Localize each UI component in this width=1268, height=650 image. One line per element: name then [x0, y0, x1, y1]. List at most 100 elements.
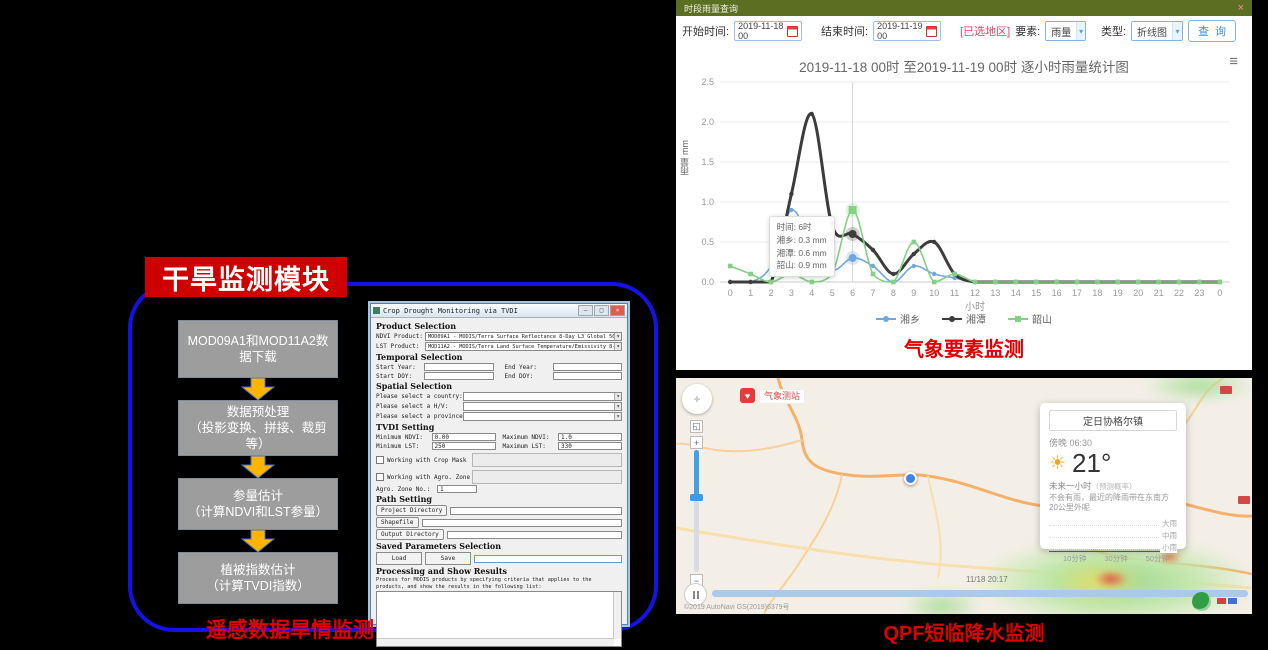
forecast-text: 不会有雨，最近的降雨带在东南方20公里外呢	[1049, 493, 1177, 514]
svg-text:11: 11	[950, 288, 959, 298]
map-pan-control[interactable]: ✛	[682, 384, 712, 414]
rain-query-window: 时段雨量查询 × 开始时间: 2019-11-18 00 结束时间: 2019-…	[676, 0, 1252, 370]
legend-item[interactable]: 湘潭	[942, 311, 986, 326]
start-year-label: Start Year:	[376, 364, 421, 371]
temporal-selection-heading: Temporal Selection	[376, 352, 622, 362]
start-year-input[interactable]	[424, 363, 493, 371]
shapefile-field[interactable]	[422, 519, 622, 527]
timeline-time: 11/18 20:17	[966, 575, 1008, 584]
zoom-slider-fill	[694, 450, 699, 498]
saved-parameters-field[interactable]	[474, 555, 622, 563]
load-button[interactable]: Load	[376, 552, 422, 565]
calendar-icon	[787, 26, 798, 37]
minimize-icon[interactable]: –	[578, 305, 593, 316]
chevron-down-icon: ▾	[614, 413, 621, 420]
agro-zone-path-input	[472, 470, 622, 484]
svg-text:8: 8	[891, 288, 896, 298]
agro-no-input[interactable]: 1	[437, 485, 477, 493]
start-time-input[interactable]: 2019-11-18 00	[734, 21, 802, 41]
end-year-label: End Year:	[505, 364, 550, 371]
project-directory-button[interactable]: Project Directory	[376, 505, 447, 516]
max-lst-input[interactable]: 330	[558, 442, 622, 450]
spatial-selection-heading: Spatial Selection	[376, 381, 622, 391]
svg-text:0: 0	[728, 288, 733, 298]
maximize-icon[interactable]: □	[594, 305, 609, 316]
processing-heading: Processing and Show Results	[376, 566, 622, 576]
legend-item[interactable]: 湘乡	[876, 311, 920, 326]
agro-zone-checkbox[interactable]	[376, 473, 384, 481]
zoom-in-icon[interactable]: +	[690, 436, 703, 449]
hv-select[interactable]: ▾	[463, 402, 622, 411]
svg-text:1: 1	[748, 288, 753, 298]
legend-item[interactable]: 韶山	[1008, 311, 1052, 326]
project-directory-field[interactable]	[450, 507, 622, 515]
ndvi-product-select[interactable]: MOD09A1 - MODIS/Terra Surface Reflectanc…	[425, 332, 622, 341]
svg-text:1.0: 1.0	[701, 197, 714, 207]
popup-place-name: 定日协格尔镇	[1049, 410, 1177, 431]
max-ndvi-input[interactable]: 1.0	[558, 433, 622, 441]
output-directory-field[interactable]	[447, 531, 622, 539]
radar-echo	[1094, 570, 1128, 588]
timeline-progress-bar[interactable]	[712, 590, 1248, 597]
caption-remote-sensing: 遥感数据旱情监测	[140, 614, 440, 644]
chevron-down-icon: ▾	[614, 393, 621, 400]
tvdi-titlebar[interactable]: Crop Drought Monitoring via TVDI – □ ×	[371, 304, 627, 318]
rain-toolbar: 开始时间: 2019-11-18 00 结束时间: 2019-11-19 00 …	[676, 16, 1252, 46]
tvdi-window-title: Crop Drought Monitoring via TVDI	[383, 307, 578, 315]
chart-type-select[interactable]: 折线图 ▾	[1131, 21, 1183, 41]
min-ndvi-input[interactable]: 0.00	[432, 433, 496, 441]
popup-time: 傍晚 06:30	[1049, 436, 1177, 449]
end-time-label: 结束时间:	[821, 23, 868, 39]
rain-level-row: 小雨	[1049, 538, 1177, 550]
weather-popup: 定日协格尔镇 傍晚 06:30 ☀ 21° 未来一小时（预测概率） 不会有雨，最…	[1040, 403, 1186, 549]
save-button[interactable]: Save	[425, 552, 471, 565]
hamburger-menu-icon[interactable]: ≡	[1229, 54, 1238, 69]
product-selection-heading: Product Selection	[376, 321, 622, 331]
rain-line-chart[interactable]: 0.00.51.01.52.02.50123456789101112131415…	[684, 74, 1244, 312]
rain-tick-label: 50分钟	[1146, 553, 1169, 564]
station-marker-icon[interactable]: ♥	[740, 388, 755, 403]
svg-text:16: 16	[1052, 288, 1062, 298]
start-time-value: 2019-11-18 00	[738, 21, 785, 41]
zoom-slider-handle[interactable]	[690, 494, 703, 501]
rain-window-titlebar[interactable]: 时段雨量查询 ×	[676, 0, 1252, 16]
lst-product-select[interactable]: MOD11A2 - MODIS/Terra Land Surface Tempe…	[425, 342, 622, 351]
qpf-map[interactable]: ✛ ◱ + − ♥ 气象测站 定日协格尔镇 傍晚 06:30 ☀ 21° 未来一…	[676, 378, 1252, 614]
element-label: 要素:	[1015, 23, 1040, 39]
output-directory-button[interactable]: Output Directory	[376, 529, 444, 540]
min-lst-input[interactable]: 250	[432, 442, 496, 450]
map-3d-toggle[interactable]: ◱	[690, 420, 703, 433]
start-doy-input[interactable]	[424, 372, 493, 380]
crop-mask-checkbox[interactable]	[376, 456, 384, 464]
zoom-slider[interactable]	[694, 450, 699, 572]
element-select[interactable]: 雨量 ▾	[1045, 21, 1086, 41]
end-time-input[interactable]: 2019-11-19 00	[873, 21, 941, 41]
path-setting-heading: Path Setting	[376, 494, 622, 504]
query-button[interactable]: 查询	[1188, 20, 1236, 42]
country-select[interactable]: ▾	[463, 392, 622, 401]
max-lst-label: Maximum LST:	[503, 443, 556, 450]
flow-arrow-icon	[236, 456, 280, 478]
close-icon[interactable]: ×	[1238, 2, 1244, 14]
svg-text:2.0: 2.0	[701, 117, 714, 127]
location-dot[interactable]	[904, 472, 917, 485]
saved-parameters-heading: Saved Parameters Selection	[376, 541, 622, 551]
chart-legend[interactable]: 湘乡 湘潭 韶山	[676, 311, 1252, 326]
rain-tick-label: 30分钟	[1104, 553, 1127, 564]
close-icon[interactable]: ×	[610, 305, 625, 316]
flow-step: 参量估计（计算NDVI和LST参量）	[178, 478, 338, 530]
end-doy-input[interactable]	[553, 372, 622, 380]
tooltip-line: 湘乡: 0.3 mm	[777, 234, 827, 247]
hv-label: Please select a H/V:	[376, 403, 460, 410]
selected-region-link[interactable]: [已选地区]	[960, 23, 1010, 39]
vertical-scrollbar[interactable]	[613, 592, 621, 639]
svg-text:21: 21	[1154, 288, 1164, 298]
chart-tooltip: 时间: 6时湘乡: 0.3 mm湘潭: 0.6 mm韶山: 0.9 mm	[769, 216, 835, 277]
end-year-input[interactable]	[553, 363, 622, 371]
province-select[interactable]: ▾	[463, 412, 622, 421]
shapefile-button[interactable]: Shapefile	[376, 517, 419, 528]
svg-text:18: 18	[1092, 288, 1102, 298]
flow-step: 植被指数估计（计算TVDI指数）	[178, 552, 338, 604]
svg-text:3: 3	[789, 288, 794, 298]
svg-text:13: 13	[990, 288, 1000, 298]
